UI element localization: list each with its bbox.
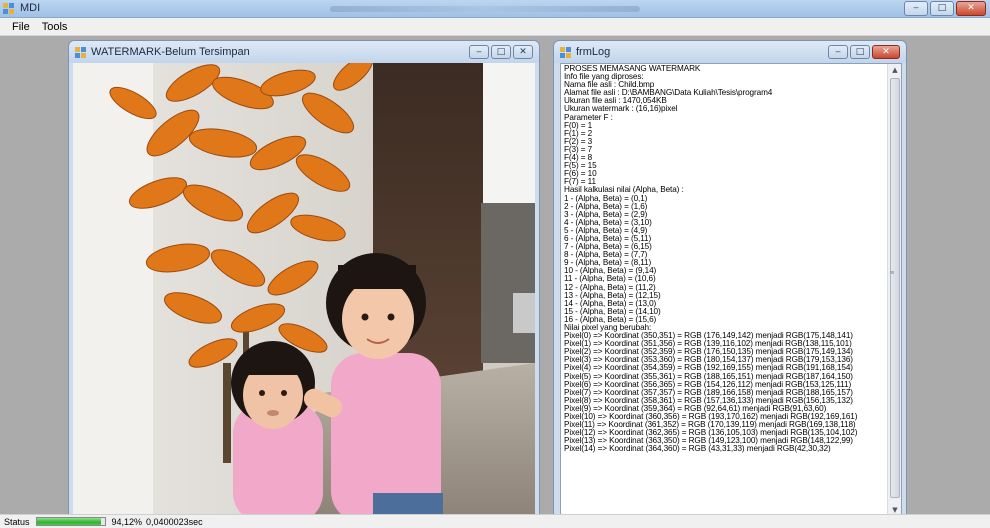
scroll-grip-icon: ≡ (890, 270, 895, 277)
log-window-titlebar[interactable]: frmLog ‒ □ ✕ (554, 41, 906, 63)
app-minimize-button[interactable]: ‒ (904, 1, 928, 16)
log-close-button[interactable]: ✕ (872, 45, 900, 59)
progress-fill (36, 518, 101, 525)
maximize-icon: □ (855, 46, 865, 57)
progress-text: 94,12% (111, 516, 143, 527)
minimize-icon: ‒ (476, 46, 482, 57)
watermark-minimize-button[interactable]: ‒ (469, 45, 489, 59)
app-title: MDI (20, 2, 41, 14)
close-icon: ✕ (519, 46, 527, 57)
watermark-close-button[interactable]: ✕ (513, 45, 533, 59)
app-icon (3, 3, 14, 14)
log-scrollbar[interactable]: ▲ ≡ ▼ (887, 64, 901, 516)
window-icon (560, 47, 571, 58)
blurred-title-text (330, 6, 640, 12)
girl-left (231, 341, 323, 517)
log-textbox[interactable]: PROSES MEMASANG WATERMARK Info file yang … (560, 63, 902, 517)
app-close-button[interactable]: ✕ (956, 1, 986, 16)
watermark-window-title: WATERMARK-Belum Tersimpan (91, 46, 250, 58)
scroll-thumb[interactable] (890, 78, 900, 498)
scroll-up-icon[interactable]: ▲ (888, 64, 901, 76)
log-line: F(6) = 10 (564, 169, 597, 179)
log-line: F(5) = 15 (564, 161, 597, 171)
photo-illustration (73, 63, 535, 517)
app-maximize-button[interactable]: □ (930, 1, 954, 16)
status-label: Status (4, 516, 30, 527)
log-text: PROSES MEMASANG WATERMARK Info file yang … (564, 64, 886, 454)
time-text: 0,0400023sec (146, 516, 203, 527)
log-window[interactable]: frmLog ‒ □ ✕ PROSES MEMASANG WATERMARK In… (553, 40, 907, 517)
close-icon: ✕ (882, 46, 890, 57)
app-titlebar[interactable]: MDI ‒ □ ✕ (0, 0, 990, 18)
minimize-icon: ‒ (913, 3, 919, 13)
minimize-icon: ‒ (835, 46, 841, 57)
mdi-client-area: WATERMARK-Belum Tersimpan ‒ □ ✕ frmLog ‒… (0, 36, 990, 517)
log-line: Parameter F : (564, 112, 613, 122)
watermark-maximize-button[interactable]: □ (491, 45, 511, 59)
menu-bar: File Tools (0, 18, 990, 36)
maximize-icon: □ (496, 46, 506, 57)
progress-bar (35, 517, 106, 526)
log-line: Pixel(14) => Koordinat (364,360) = RGB (… (564, 444, 831, 454)
log-line: F(3) = 7 (564, 144, 593, 154)
menu-tools[interactable]: Tools (36, 21, 74, 33)
window-icon (75, 47, 86, 58)
status-bar: Status 94,12% 0,0400023sec (0, 514, 990, 528)
log-line: F(4) = 8 (564, 153, 593, 163)
watermark-window[interactable]: WATERMARK-Belum Tersimpan ‒ □ ✕ (68, 40, 540, 517)
log-window-title: frmLog (576, 46, 611, 58)
log-line: F(1) = 2 (564, 128, 593, 138)
close-icon: ✕ (967, 3, 975, 13)
log-minimize-button[interactable]: ‒ (828, 45, 848, 59)
watermark-window-titlebar[interactable]: WATERMARK-Belum Tersimpan ‒ □ ✕ (69, 41, 539, 63)
log-line: F(0) = 1 (564, 120, 593, 130)
log-line: F(2) = 3 (564, 136, 593, 146)
log-maximize-button[interactable]: □ (850, 45, 870, 59)
menu-file[interactable]: File (6, 21, 36, 33)
maximize-icon: □ (937, 3, 947, 13)
watermark-photo (73, 63, 535, 517)
